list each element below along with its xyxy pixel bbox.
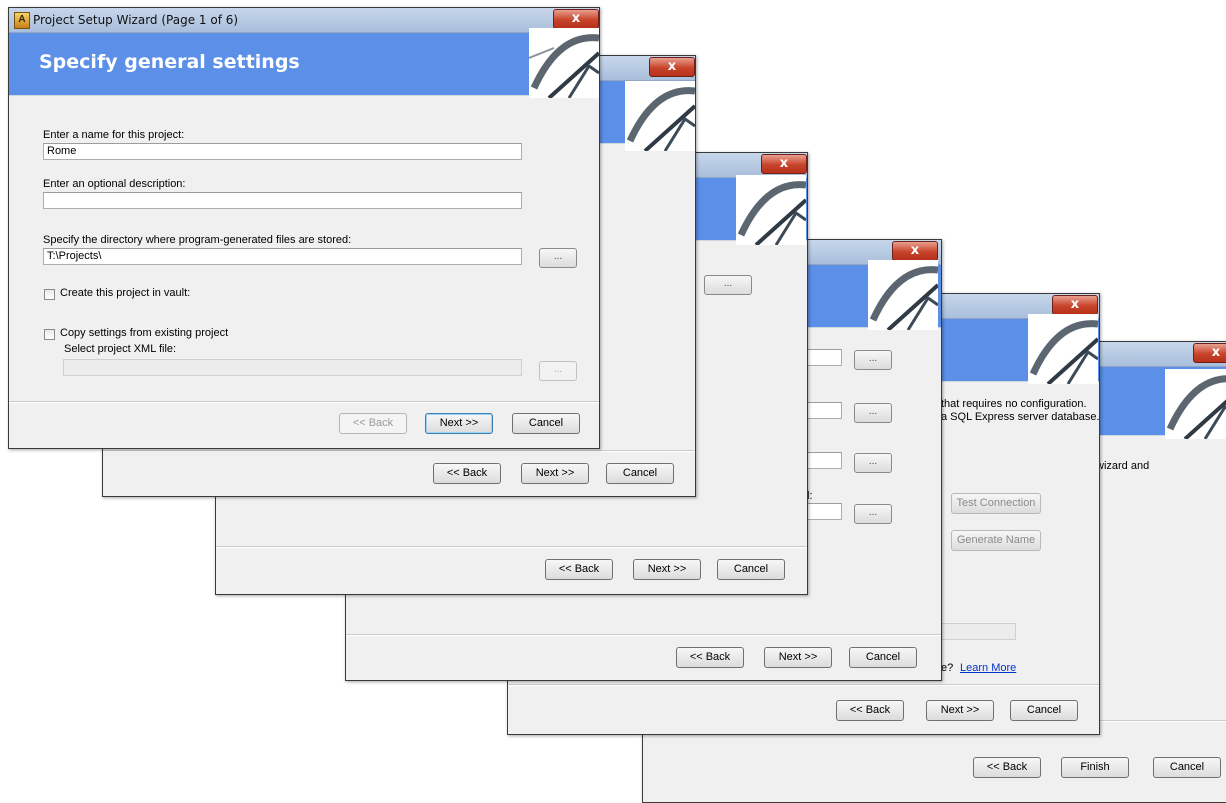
bridge-image	[1165, 369, 1226, 439]
xml-file-label: Select project XML file:	[64, 343, 177, 355]
banner-image	[736, 175, 806, 245]
back-button[interactable]: << Back	[339, 413, 407, 434]
close-button[interactable]: x	[1052, 295, 1098, 315]
wizard-page-1: A Project Setup Wizard (Page 1 of 6) x S…	[8, 7, 600, 449]
close-button[interactable]: x	[649, 57, 695, 77]
browse-button-2[interactable]: ...	[854, 403, 892, 423]
cancel-button[interactable]: Cancel	[1010, 700, 1078, 721]
vault-checkbox-label: Create this project in vault:	[60, 287, 191, 299]
cancel-button[interactable]: Cancel	[1153, 757, 1221, 778]
info-text-line-1: that requires no configuration.	[941, 398, 1087, 410]
bridge-image	[529, 28, 599, 98]
generate-name-button[interactable]: Generate Name	[951, 530, 1041, 551]
copy-settings-checkbox[interactable]	[44, 329, 55, 340]
test-connection-button[interactable]: Test Connection	[951, 493, 1041, 514]
back-button[interactable]: << Back	[676, 647, 744, 668]
bridge-image	[1028, 314, 1098, 384]
project-name-input[interactable]: Rome	[43, 143, 522, 160]
next-button[interactable]: Next >>	[764, 647, 832, 668]
back-button[interactable]: << Back	[836, 700, 904, 721]
banner-image	[529, 28, 599, 98]
wizard-text-fragment: wizard and	[1096, 460, 1150, 472]
learn-more-link[interactable]: Learn More	[960, 662, 1016, 674]
footer-separator	[346, 634, 941, 636]
page2-browse-button[interactable]: ...	[704, 275, 752, 295]
banner-image	[1165, 369, 1226, 439]
description-label: Enter an optional description:	[43, 178, 186, 190]
directory-input[interactable]: T:\Projects\	[43, 248, 522, 265]
footer-separator	[103, 450, 695, 452]
app-icon: A	[14, 12, 30, 29]
next-button[interactable]: Next >>	[425, 413, 493, 434]
browse-button-1[interactable]: ...	[854, 350, 892, 370]
xml-file-input[interactable]	[63, 359, 522, 376]
browse-button-3[interactable]: ...	[854, 453, 892, 473]
project-name-label: Enter a name for this project:	[43, 129, 185, 141]
back-button[interactable]: << Back	[973, 757, 1041, 778]
cancel-button[interactable]: Cancel	[606, 463, 674, 484]
footer-separator	[9, 401, 599, 403]
close-button[interactable]: x	[761, 154, 807, 174]
bridge-image	[625, 81, 695, 151]
close-button[interactable]: x	[1193, 343, 1226, 363]
banner-image	[868, 260, 938, 330]
back-button[interactable]: << Back	[433, 463, 501, 484]
bridge-image	[736, 175, 806, 245]
next-button[interactable]: Next >>	[633, 559, 701, 580]
info-text-line-2: a SQL Express server database.	[941, 411, 1100, 423]
page-heading: Specify general settings	[39, 51, 300, 73]
footer-separator	[508, 684, 1099, 686]
browse-xml-button[interactable]: ...	[539, 361, 577, 381]
next-button[interactable]: Next >>	[521, 463, 589, 484]
question-fragment: e?	[941, 662, 954, 674]
banner-image	[1028, 314, 1098, 384]
vault-checkbox[interactable]	[44, 289, 55, 300]
cancel-button[interactable]: Cancel	[849, 647, 917, 668]
banner-image	[625, 81, 695, 151]
close-button[interactable]: x	[892, 241, 938, 261]
finish-button[interactable]: Finish	[1061, 757, 1129, 778]
directory-label: Specify the directory where program-gene…	[43, 234, 352, 246]
cancel-button[interactable]: Cancel	[717, 559, 785, 580]
close-button[interactable]: x	[553, 9, 599, 29]
cancel-button[interactable]: Cancel	[512, 413, 580, 434]
title-bar: A Project Setup Wizard (Page 1 of 6)	[9, 8, 599, 33]
header-banner: Specify general settings	[9, 33, 599, 96]
footer-separator	[216, 546, 807, 548]
browse-button-4[interactable]: ...	[854, 504, 892, 524]
back-button[interactable]: << Back	[545, 559, 613, 580]
copy-settings-label: Copy settings from existing project	[60, 327, 229, 339]
next-button[interactable]: Next >>	[926, 700, 994, 721]
database-field[interactable]	[938, 623, 1016, 640]
description-input[interactable]	[43, 192, 522, 209]
bridge-image	[868, 260, 938, 330]
browse-directory-button[interactable]: ...	[539, 248, 577, 268]
window-title: Project Setup Wizard (Page 1 of 6)	[33, 13, 239, 27]
